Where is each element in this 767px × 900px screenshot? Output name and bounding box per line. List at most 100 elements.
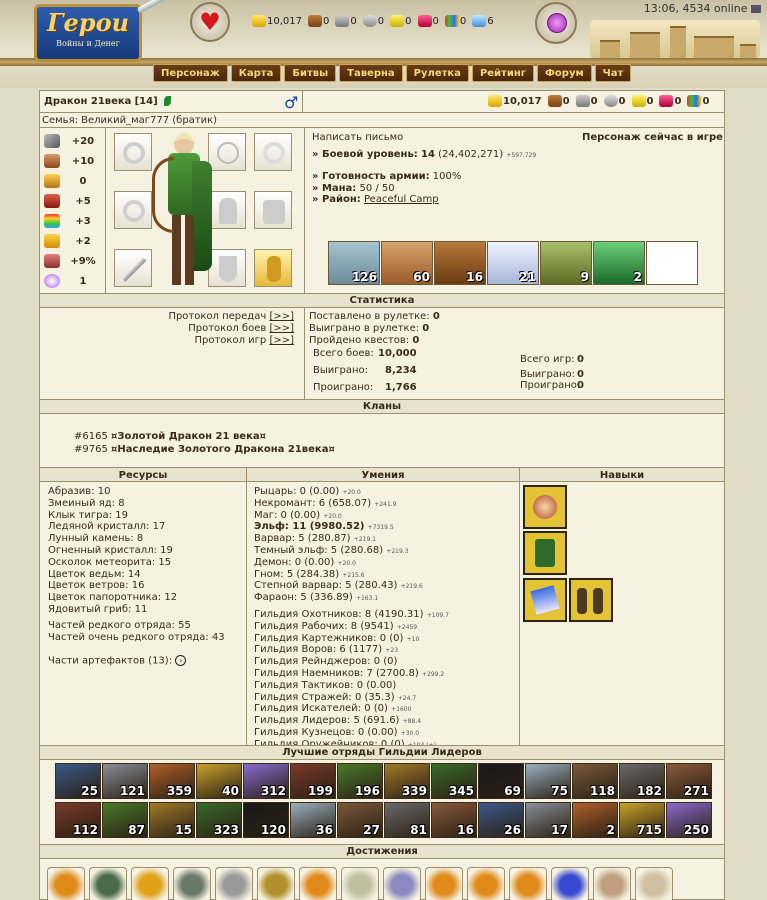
troop-tile[interactable]: 26: [478, 802, 524, 838]
health-heart-icon[interactable]: ♥: [190, 2, 230, 42]
equip-slot-weapon[interactable]: [114, 249, 152, 287]
troop-tile[interactable]: 359: [149, 763, 195, 799]
battle-stats: Всего боев: 10,000 Выиграно: 8,234 Проигра…: [313, 348, 417, 393]
troop-count: 112: [72, 823, 98, 837]
troop-tile[interactable]: 250: [666, 802, 712, 838]
troop-count: 120: [260, 823, 286, 837]
male-gender-icon: ♂: [284, 93, 299, 112]
army-slot-6[interactable]: 2: [593, 241, 645, 285]
ability-book-icon[interactable]: [523, 578, 567, 622]
guild-skill: Гильдия Охотников: 8 (4190.31) +109.7: [254, 609, 449, 620]
game-logo[interactable]: Герои Войны и Денег: [34, 4, 142, 62]
army-slot-3[interactable]: 16: [434, 241, 486, 285]
nav-character[interactable]: Персонаж: [153, 64, 228, 82]
achievement-shield-icon[interactable]: [89, 867, 127, 900]
troop-tile[interactable]: 25: [55, 763, 101, 799]
gold-resource: 10,017: [252, 15, 302, 27]
character-panel: Дракон 21века [14] ♂ 10,017 0 0 0 0 0 0 …: [39, 90, 725, 900]
troop-tile[interactable]: 2: [572, 802, 618, 838]
nav-map[interactable]: Карта: [230, 64, 282, 82]
troop-tile[interactable]: 182: [619, 763, 665, 799]
troop-count: 87: [128, 823, 145, 837]
equip-slot-ring-right[interactable]: [114, 191, 152, 229]
achievement-pumpkin-icon[interactable]: [299, 867, 337, 900]
achievement-pumpkin-icon[interactable]: [467, 867, 505, 900]
troop-tile[interactable]: 118: [572, 763, 618, 799]
ability-troops-icon[interactable]: [569, 578, 613, 622]
troop-tile[interactable]: 339: [384, 763, 430, 799]
troop-tile[interactable]: 199: [290, 763, 336, 799]
troop-tile[interactable]: 271: [666, 763, 712, 799]
section-statistics: Статистика: [40, 293, 724, 308]
troop-tile[interactable]: 112: [55, 802, 101, 838]
protocol-battles-link[interactable]: [>>]: [269, 323, 294, 334]
attack-swords-icon: [44, 134, 60, 148]
troop-tile[interactable]: 312: [243, 763, 289, 799]
nav-battles[interactable]: Битвы: [284, 64, 337, 82]
troop-tile[interactable]: 75: [525, 763, 571, 799]
equip-slot-backpack[interactable]: [254, 191, 292, 229]
troop-tile[interactable]: 27: [337, 802, 383, 838]
troop-tile[interactable]: 323: [196, 802, 242, 838]
mail-icon[interactable]: [751, 5, 761, 13]
achievement-pumpkin-icon[interactable]: [425, 867, 463, 900]
troop-count: 312: [260, 784, 286, 798]
stat-initiative: +9%: [40, 252, 104, 270]
nav-roulette[interactable]: Рулетка: [405, 64, 469, 82]
achievement-sword-icon[interactable]: [341, 867, 379, 900]
equip-slot-ring-left[interactable]: [114, 133, 152, 171]
ability-scroll-icon[interactable]: [523, 531, 567, 575]
write-letter-link[interactable]: Написать письмо: [312, 132, 403, 143]
troop-count: 323: [213, 823, 239, 837]
troop-tile[interactable]: 81: [384, 802, 430, 838]
nav-forum[interactable]: Форум: [537, 64, 592, 82]
army-slot-5[interactable]: 9: [540, 241, 592, 285]
troop-tile[interactable]: 345: [431, 763, 477, 799]
protocol-games-link[interactable]: [>>]: [269, 335, 294, 346]
achievement-ring-icon[interactable]: [593, 867, 631, 900]
army-slot-4[interactable]: 21: [487, 241, 539, 285]
achievement-pumpkin-icon[interactable]: [131, 867, 169, 900]
achievement-helmet-icon[interactable]: [173, 867, 211, 900]
protocol-transfers: Протокол передач [>>]: [168, 311, 294, 322]
nav-rating[interactable]: Рейтинг: [471, 64, 534, 82]
player-resources: 10,017 0 0 0 0 0 0: [488, 95, 709, 107]
achievement-spear-icon[interactable]: [383, 867, 421, 900]
equip-slot-artifact[interactable]: [254, 249, 292, 287]
clan-1[interactable]: #6165 ¤Золотой Дракон 21 века¤: [74, 431, 266, 442]
troop-tile[interactable]: 87: [102, 802, 148, 838]
clan-2[interactable]: #9765 ¤Наследие Золотого Дракона 21века¤: [74, 444, 335, 455]
stat-morale: +2: [40, 232, 104, 250]
achievement-hourglass-icon[interactable]: [635, 867, 673, 900]
golden-figure-icon: [267, 256, 281, 282]
equip-slot-armor[interactable]: [254, 133, 292, 171]
mana-potion-icon[interactable]: [535, 2, 577, 44]
troop-tile[interactable]: 715: [619, 802, 665, 838]
achievement-pumpkin-icon[interactable]: [47, 867, 85, 900]
protocol-transfers-link[interactable]: [>>]: [269, 311, 294, 322]
troop-tile[interactable]: 196: [337, 763, 383, 799]
achievement-knight-icon[interactable]: [257, 867, 295, 900]
troop-tile[interactable]: 16: [431, 802, 477, 838]
section-achievements: Достижения: [40, 844, 724, 859]
ability-hero-portrait-icon[interactable]: [523, 485, 567, 529]
achievement-gem-icon[interactable]: [551, 867, 589, 900]
troop-tile[interactable]: 36: [290, 802, 336, 838]
troop-tile[interactable]: 17: [525, 802, 571, 838]
army-slot-7[interactable]: [646, 241, 698, 285]
ring-icon: [123, 142, 145, 164]
district-link[interactable]: Peaceful Camp: [364, 194, 439, 205]
achievement-pumpkin-icon[interactable]: [509, 867, 547, 900]
nav-chat[interactable]: Чат: [594, 64, 632, 82]
expand-arrow-icon[interactable]: ›: [175, 655, 187, 666]
army-slot-1[interactable]: 126: [328, 241, 380, 285]
achievement-ring-icon[interactable]: [215, 867, 253, 900]
troop-tile[interactable]: 121: [102, 763, 148, 799]
troop-tile[interactable]: 120: [243, 802, 289, 838]
army-slot-2[interactable]: 60: [381, 241, 433, 285]
nav-tavern[interactable]: Таверна: [339, 64, 403, 82]
faction-skill: Некромант: 6 (658.07) +241.9: [254, 497, 397, 509]
troop-tile[interactable]: 69: [478, 763, 524, 799]
troop-tile[interactable]: 15: [149, 802, 195, 838]
troop-tile[interactable]: 40: [196, 763, 242, 799]
